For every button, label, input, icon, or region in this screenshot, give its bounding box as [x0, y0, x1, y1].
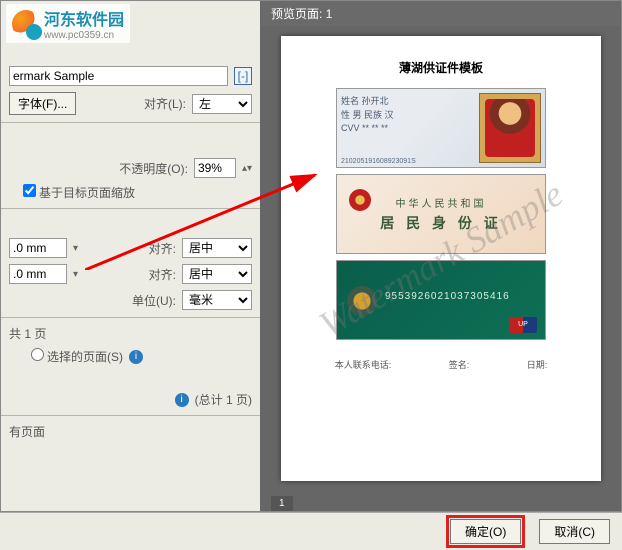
logo-icon: [12, 10, 40, 38]
align-h-label: 对齐:: [149, 240, 176, 257]
pages-selected-radio[interactable]: 选择的页面(S): [31, 348, 123, 365]
pages-total-label: (总计 1 页): [195, 391, 252, 408]
align-v-select[interactable]: 居中: [182, 264, 252, 284]
preview-header: 预览页面: 1: [261, 1, 621, 26]
scale-checkbox-label[interactable]: 基于目标页面缩放: [23, 184, 135, 201]
align-h-select[interactable]: 居中: [182, 238, 252, 258]
sig-name: 签名:: [449, 358, 470, 371]
doc-title: 薄湖供证件模板: [306, 59, 576, 76]
unit-label: 单位(U):: [132, 292, 176, 309]
cancel-button[interactable]: 取消(C): [539, 519, 610, 544]
id-card-1: 姓名 孙开北性 男 民族 汉CVV ** ** ** 2102051916089…: [336, 88, 546, 168]
watermark-text-input[interactable]: [9, 66, 228, 86]
offset-y-input[interactable]: [9, 264, 67, 284]
info-icon[interactable]: i: [129, 350, 143, 364]
sig-date: 日期:: [527, 358, 548, 371]
preview-page: 薄湖供证件模板 姓名 孙开北性 男 民族 汉CVV ** ** ** 21020…: [281, 36, 601, 481]
align-select[interactable]: 左: [192, 94, 252, 114]
opacity-input[interactable]: [194, 158, 236, 178]
id-card-2: 中华人民共和国 居 民 身 份 证: [336, 174, 546, 254]
bg-option-label: 有页面: [9, 423, 45, 440]
unionpay-icon: UP: [509, 317, 537, 333]
collapse-icon[interactable]: [-]: [234, 67, 252, 85]
info-icon[interactable]: i: [175, 393, 189, 407]
emblem-icon: [349, 189, 371, 211]
offset-x-input[interactable]: [9, 238, 67, 258]
bank-card: 9553926021037305416 UP: [336, 260, 546, 340]
align-v-label: 对齐:: [149, 266, 176, 283]
logo-text: 河东软件园: [44, 6, 124, 30]
brand-logo: 河东软件园 www.pc0359.cn: [6, 4, 130, 43]
page-number: 1: [271, 496, 293, 511]
chip-icon: [347, 286, 377, 316]
preview-pane: 预览页面: 1 薄湖供证件模板 姓名 孙开北性 男 民族 汉CVV ** ** …: [261, 1, 621, 511]
unit-select[interactable]: 毫米: [182, 290, 252, 310]
sig-phone: 本人联系电话:: [335, 358, 392, 371]
watermark-dialog: [-] 字体(F)... 对齐(L): 左 不透明度(O): ▴▾ 基于目标页面…: [0, 0, 622, 512]
opacity-label: 不透明度(O):: [119, 160, 188, 177]
align-label: 对齐(L):: [144, 95, 186, 112]
settings-pane: [-] 字体(F)... 对齐(L): 左 不透明度(O): ▴▾ 基于目标页面…: [1, 1, 261, 511]
ok-button[interactable]: 确定(O): [450, 519, 521, 544]
button-bar: 确定(O) 取消(C): [0, 512, 622, 550]
logo-url: www.pc0359.cn: [44, 30, 124, 41]
font-button[interactable]: 字体(F)...: [9, 92, 76, 115]
pages-all-label: 共 1 页: [9, 325, 46, 342]
scale-checkbox[interactable]: [23, 184, 36, 197]
portrait-icon: [479, 93, 541, 163]
